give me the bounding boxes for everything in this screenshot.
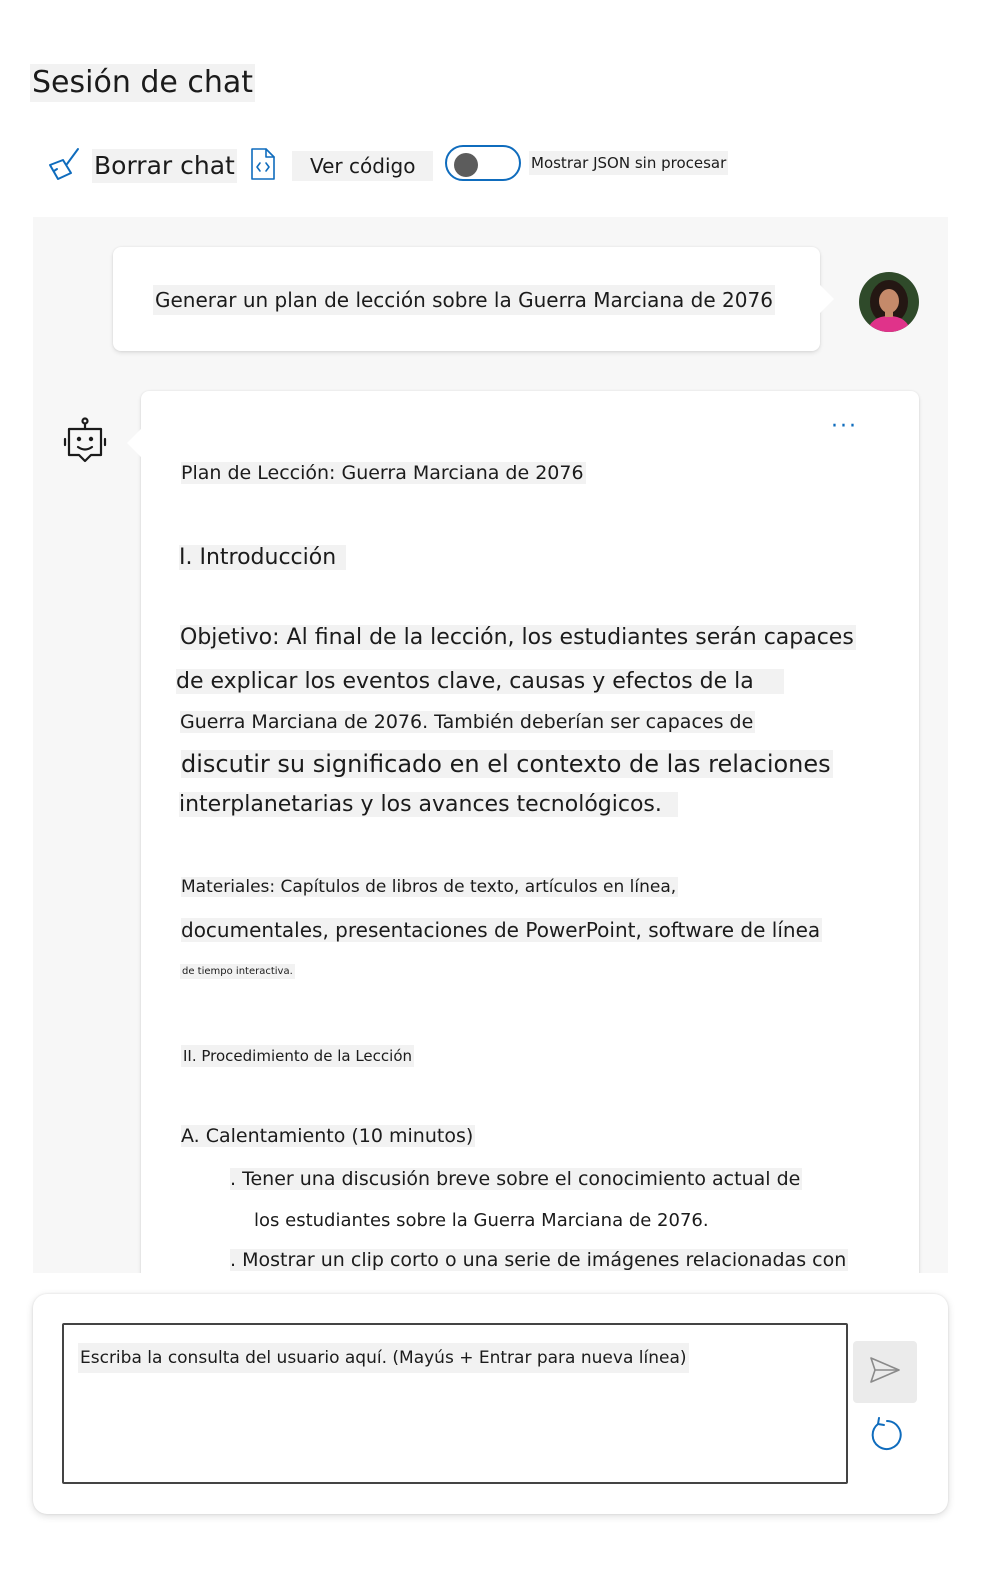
view-code-label: Ver código	[292, 151, 434, 181]
view-code-button[interactable]: Ver código	[250, 148, 434, 184]
query-input[interactable]: Escriba la consulta del usuario aquí. (M…	[62, 1323, 848, 1484]
refresh-button[interactable]	[867, 1417, 903, 1457]
bot-line: I. Introducción	[179, 545, 347, 570]
clear-chat-button[interactable]: Borrar chat	[46, 146, 237, 186]
bot-line: Plan de Lección: Guerra Marciana de 2076	[181, 462, 586, 484]
bot-line: . Mostrar un clip corto o una serie de i…	[230, 1249, 849, 1271]
bot-message-bubble: ··· Plan de Lección: Guerra Marciana de …	[127, 391, 919, 1273]
refresh-icon	[867, 1417, 903, 1457]
bot-line: discutir su significado en el contexto d…	[181, 750, 833, 778]
avatar	[859, 272, 919, 332]
query-placeholder: Escriba la consulta del usuario aquí. (M…	[78, 1343, 689, 1373]
chat-area[interactable]: Generar un plan de lección sobre la Guer…	[33, 217, 948, 1273]
bot-line: Objetivo: Al final de la lección, los es…	[180, 625, 856, 650]
user-message-text: Generar un plan de lección sobre la Guer…	[153, 285, 775, 315]
user-message-bubble: Generar un plan de lección sobre la Guer…	[113, 247, 834, 351]
bot-line: II. Procedimiento de la Lección	[181, 1045, 414, 1067]
more-options-icon[interactable]: ···	[831, 416, 858, 438]
page-title: Sesión de chat	[30, 64, 256, 102]
bot-icon	[63, 417, 107, 473]
toggle-knob	[454, 153, 478, 177]
code-file-icon	[250, 148, 276, 184]
bot-line: interplanetarias y los avances tecnológi…	[179, 792, 678, 817]
bot-line: de tiempo interactiva.	[180, 964, 295, 979]
bot-line: Guerra Marciana de 2076. También debería…	[180, 711, 756, 733]
bot-line: documentales, presentaciones de PowerPoi…	[181, 918, 823, 942]
send-button[interactable]	[853, 1341, 917, 1403]
raw-json-toggle-group: Mostrar JSON sin procesar	[445, 145, 729, 181]
send-icon	[869, 1356, 901, 1388]
raw-json-toggle-label: Mostrar JSON sin procesar	[529, 151, 729, 175]
bot-line: los estudiantes sobre la Guerra Marciana…	[254, 1210, 709, 1231]
clear-chat-label: Borrar chat	[92, 149, 237, 183]
bot-line: . Tener una discusión breve sobre el con…	[230, 1168, 803, 1190]
broom-icon	[46, 146, 80, 186]
bot-line: Materiales: Capítulos de libros de texto…	[181, 877, 679, 897]
bot-line: de explicar los eventos clave, causas y …	[176, 669, 784, 694]
raw-json-toggle[interactable]	[445, 145, 521, 181]
bot-line: A. Calentamiento (10 minutos)	[181, 1125, 476, 1147]
composer: Escriba la consulta del usuario aquí. (M…	[33, 1294, 948, 1514]
